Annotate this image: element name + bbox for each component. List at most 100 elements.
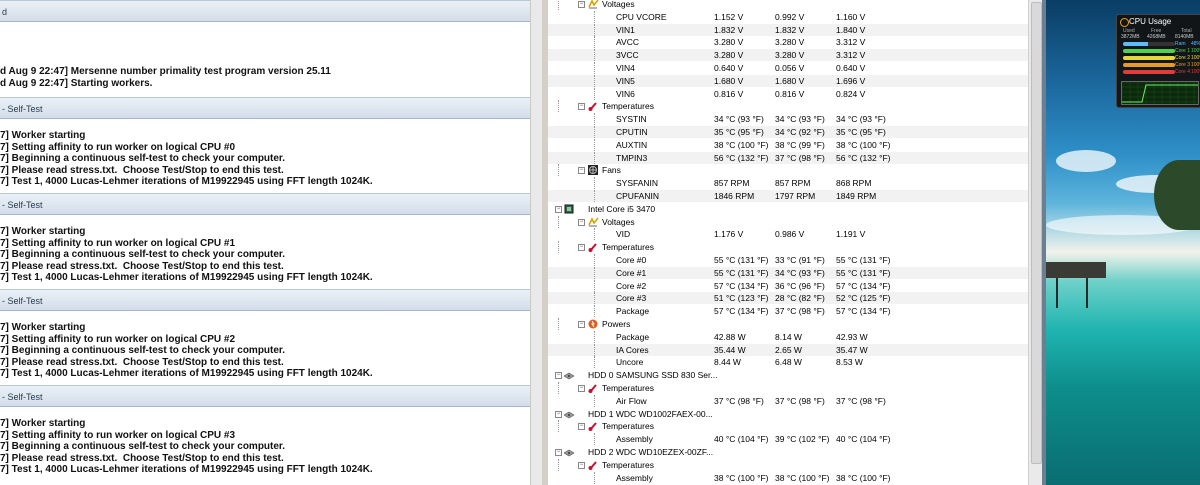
sensor-min: 0.992 V	[775, 11, 805, 22]
sensor-min: 33 °C (91 °F)	[775, 255, 825, 265]
sensor-row: CPU VCORE 1.152 V 0.992 V 1.160 V	[548, 10, 1028, 23]
fan-icon	[588, 165, 598, 176]
log-line: 7] Test 1, 4000 Lucas-Lehmer iterations …	[0, 176, 373, 188]
gadget-mem-used: 3872MB	[1121, 34, 1140, 40]
expand-toggle[interactable]: −	[578, 103, 585, 111]
expand-toggle[interactable]: −	[578, 461, 585, 469]
worker-3-log: 7] Worker starting 7] Setting affinity to…	[0, 322, 542, 380]
tree-node[interactable]: − Temperatures	[548, 458, 1028, 471]
tree-line	[594, 23, 595, 36]
expand-toggle[interactable]: −	[578, 244, 585, 252]
expand-toggle[interactable]: −	[578, 167, 585, 175]
sensor-value: 38 °C (100 °F)	[714, 139, 769, 150]
sensor-name: SYSTIN	[616, 114, 647, 125]
log-line: 7] Setting affinity to run worker on log…	[0, 333, 236, 345]
sensor-max: 1.696 V	[836, 75, 866, 86]
sensor-name: Package	[616, 306, 650, 317]
sensor-max: 1.191 V	[836, 229, 866, 240]
sensor-row: SYSTIN 34 °C (93 °F) 34 °C (93 °F) 34 °C (9…	[548, 113, 1028, 126]
sensor-min: 28 °C (82 °F)	[775, 293, 825, 304]
tree-line	[558, 318, 559, 330]
sensor-name: VID	[616, 229, 631, 240]
tree-node-label: Temperatures	[602, 459, 654, 470]
expand-toggle[interactable]: −	[578, 321, 585, 328]
tree-node[interactable]: − Fans	[548, 164, 1028, 177]
thermometer-icon	[588, 101, 598, 112]
expand-toggle[interactable]: −	[555, 410, 562, 418]
prime95-scrollbar[interactable]	[530, 0, 542, 485]
tree-node-label: Intel Core i5 3470	[588, 203, 656, 214]
sensor-min: 8.14 W	[775, 331, 802, 342]
sensor-value: 40 °C (104 °F)	[714, 434, 769, 445]
tree-node[interactable]: − Voltages	[548, 0, 1028, 10]
sensor-row: VIN4 0.640 V 0.056 V 0.640 V	[548, 62, 1028, 74]
tree-node[interactable]: − Powers	[548, 318, 1028, 330]
usage-bar-percent: 100%	[1191, 48, 1200, 54]
log-line: 7] Please read stress.txt. Choose Test/S…	[0, 260, 284, 272]
sensor-max: 1.160 V	[836, 11, 866, 22]
cpu-usage-gadget[interactable]: CPU Usage Used Free Total 3872MB 4268MB …	[1116, 14, 1200, 108]
sensor-value: 55 °C (131 °F)	[714, 267, 769, 278]
sensor-value: 35 °C (95 °F)	[714, 127, 764, 137]
expand-toggle[interactable]: −	[578, 1, 585, 8]
tree-line	[594, 279, 595, 292]
usage-bar	[1123, 56, 1175, 60]
tree-node[interactable]: − HDD 0 SAMSUNG SSD 830 Ser...	[548, 369, 1028, 381]
sensor-min: 3.280 V	[775, 37, 805, 48]
tree-node[interactable]: − Temperatures	[548, 420, 1028, 433]
tree-node[interactable]: − Voltages	[548, 215, 1028, 228]
sensor-max: 38 °C (100 °F)	[836, 472, 891, 483]
sensor-max: 35.47 W	[836, 344, 868, 355]
expand-toggle[interactable]: −	[578, 218, 585, 226]
tree-line	[558, 420, 559, 433]
tree-node[interactable]: − Temperatures	[548, 382, 1028, 394]
sensor-row: Package 57 °C (134 °F) 37 °C (98 °F) 57 °C …	[548, 305, 1028, 318]
expand-toggle[interactable]: −	[578, 385, 585, 392]
tree-node[interactable]: − HDD 1 WDC WD1002FAEX-00...	[548, 408, 1028, 420]
tree-line	[594, 343, 595, 356]
expand-toggle[interactable]: −	[555, 449, 562, 456]
sensor-name: AUXTIN	[616, 139, 648, 150]
sensor-value: 1846 RPM	[714, 191, 755, 201]
sensor-value: 1.832 V	[714, 24, 744, 35]
expand-toggle[interactable]: −	[578, 423, 585, 431]
sensor-name: Core #2	[616, 280, 647, 291]
sensor-name: Core #3	[616, 293, 647, 304]
gadget-mem-total: 8140MB	[1175, 34, 1194, 40]
sensor-name: Core #1	[616, 267, 647, 278]
sensor-row: Uncore 8.44 W 6.48 W 8.53 W	[548, 356, 1028, 369]
worker-3-header: - Self-Test	[0, 289, 542, 311]
hwmonitor-scrollbar[interactable]	[1028, 0, 1043, 485]
voltage-icon	[588, 0, 599, 9]
thermometer-icon	[588, 383, 598, 393]
log-line: 7] Beginning a continuous self-test to c…	[0, 345, 286, 357]
worker-4-log: 7] Worker starting 7] Setting affinity to…	[0, 418, 542, 476]
usage-bar-label: Core 1	[1175, 48, 1191, 54]
scrollbar-thumb[interactable]	[1031, 2, 1042, 464]
sensor-min: 37 °C (98 °F)	[775, 152, 825, 163]
usage-bar-percent: 100%	[1191, 62, 1200, 68]
tree-node[interactable]: − HDD 2 WDC WD10EZEX-00ZF...	[548, 446, 1028, 458]
expand-toggle[interactable]: −	[555, 372, 562, 380]
tree-node-label: Voltages	[602, 0, 635, 9]
sensor-row: VIN5 1.680 V 1.680 V 1.696 V	[548, 74, 1028, 87]
sensor-row: CPUFANIN 1846 RPM 1797 RPM 1849 RPM	[548, 190, 1028, 202]
sensor-value: 3.280 V	[714, 37, 744, 48]
expand-toggle[interactable]: −	[555, 205, 562, 213]
usage-bar-label: Core 4	[1175, 69, 1191, 75]
thermometer-icon	[588, 242, 598, 253]
sensor-max: 3.312 V	[836, 50, 866, 61]
sensor-max: 37 °C (98 °F)	[836, 395, 886, 406]
tree-node[interactable]: − Temperatures	[548, 241, 1028, 254]
usage-bar	[1123, 49, 1175, 53]
sensor-name: AVCC	[616, 37, 639, 48]
worker-1-header: - Self-Test	[0, 97, 542, 119]
tree-node[interactable]: − Temperatures	[548, 100, 1028, 113]
sensor-value: 57 °C (134 °F)	[714, 306, 769, 317]
tree-node-label: Temperatures	[602, 383, 654, 393]
tree-node[interactable]: − Intel Core i5 3470	[548, 203, 1028, 215]
sensor-value: 8.44 W	[714, 357, 741, 368]
sensor-max: 57 °C (134 °F)	[836, 306, 891, 317]
log-line: 7] Setting affinity to run worker on log…	[0, 237, 236, 249]
sensor-value: 1.680 V	[714, 75, 744, 86]
